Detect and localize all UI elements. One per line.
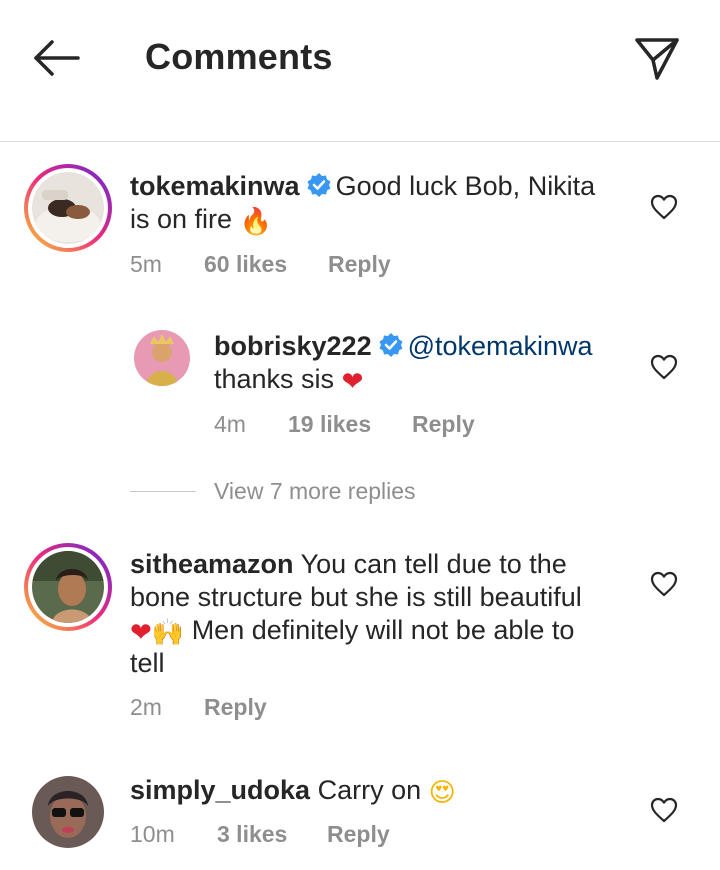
comment-time: 2m (130, 694, 162, 720)
comment-text: simply_udoka Carry on 😍 (130, 774, 640, 807)
fire-emoji-icon: 🔥 (239, 207, 272, 237)
likes-count[interactable]: 19 likes (288, 411, 412, 438)
comment-meta: 2m Reply (130, 694, 267, 721)
header-bar: Comments (0, 0, 720, 142)
reply-button[interactable]: Reply (328, 251, 391, 278)
comment-body-cont: bone structure but she is still beautifu… (130, 582, 582, 612)
avatar[interactable] (24, 543, 112, 631)
mention-link[interactable]: @tokemakinwa (408, 331, 593, 361)
avatar-image (32, 172, 104, 244)
comment-body: Good luck Bob, Nikita (335, 171, 596, 201)
paper-plane-icon (635, 38, 679, 80)
reply-button[interactable]: Reply (327, 821, 390, 848)
comment-username[interactable]: sitheamazon (130, 549, 294, 579)
comment-time: 4m (214, 411, 246, 437)
comment-username[interactable]: bobrisky222 (214, 331, 372, 361)
avatar[interactable] (134, 330, 190, 386)
view-more-replies[interactable]: View 7 more replies (130, 478, 416, 505)
avatar-image (32, 776, 104, 848)
comment-body-cont: tell (130, 648, 165, 678)
comment-time: 5m (130, 251, 162, 277)
verified-badge-icon (307, 173, 331, 197)
page-title: Comments (145, 36, 333, 77)
comment-body: Carry on (317, 775, 422, 805)
comment-meta: 10m 3 likes Reply (130, 821, 390, 848)
share-button[interactable] (632, 34, 682, 82)
likes-count[interactable]: 3 likes (217, 821, 327, 848)
likes-count[interactable]: 60 likes (204, 251, 328, 278)
like-button[interactable] (650, 354, 678, 380)
avatar[interactable] (32, 776, 104, 848)
comment-username[interactable]: simply_udoka (130, 775, 310, 805)
heart-outline-icon (650, 797, 678, 823)
comment-body: You can tell due to the (300, 549, 567, 579)
heart-outline-icon (650, 571, 678, 597)
reply-button[interactable]: Reply (412, 411, 475, 438)
comment-body-cont: is on fire (130, 204, 233, 234)
comment-username[interactable]: tokemakinwa (130, 171, 300, 201)
back-button[interactable] (30, 36, 82, 80)
comment-meta: 5m 60 likes Reply (130, 251, 391, 278)
comment-text: tokemakinwa Good luck Bob, Nikita is on f… (130, 170, 640, 236)
heart-outline-icon (650, 194, 678, 220)
reply-button[interactable]: Reply (204, 694, 267, 721)
heart-raised-hands-emoji-icon: ❤🙌 (130, 618, 185, 648)
heart-outline-icon (650, 354, 678, 380)
verified-badge-icon (379, 333, 403, 357)
divider-line (130, 491, 196, 492)
view-more-label: View 7 more replies (214, 478, 416, 504)
avatar-image (32, 551, 104, 623)
comment-text: sitheamazon You can tell due to the bone… (130, 548, 640, 680)
arrow-left-icon (34, 40, 80, 76)
comment-body: thanks sis (214, 364, 335, 394)
red-heart-emoji-icon: ❤ (341, 367, 364, 397)
avatar-image (134, 330, 190, 386)
comment-time: 10m (130, 821, 175, 847)
comment-text: bobrisky222 @tokemakinwa thanks sis ❤ (214, 330, 644, 396)
comment-meta: 4m 19 likes Reply (214, 411, 475, 438)
heart-eyes-emoji-icon: 😍 (428, 778, 456, 808)
comment-body-cont: Men definitely will not be able to (191, 615, 575, 645)
like-button[interactable] (650, 194, 678, 220)
avatar[interactable] (24, 164, 112, 252)
like-button[interactable] (650, 797, 678, 823)
like-button[interactable] (650, 571, 678, 597)
